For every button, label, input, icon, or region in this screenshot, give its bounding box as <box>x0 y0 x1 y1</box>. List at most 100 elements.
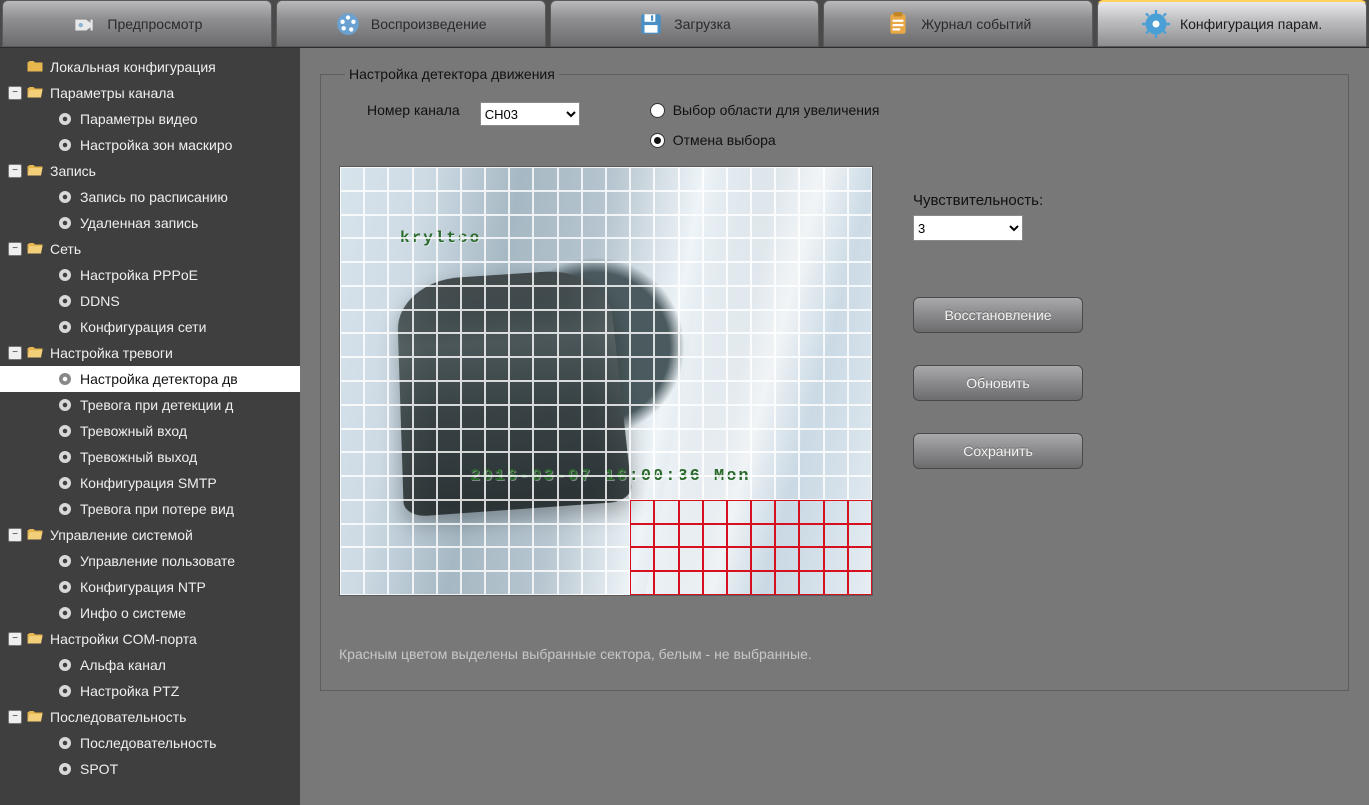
tree-smtp[interactable]: Конфигурация SMTP <box>0 470 300 496</box>
tree-label: Конфигурация SMTP <box>80 475 217 491</box>
folder-open-icon <box>26 240 44 258</box>
tree-motion-detector[interactable]: Настройка детектора дв <box>0 366 300 392</box>
gear-icon <box>56 110 74 128</box>
panel-legend: Настройка детектора движения <box>345 66 559 82</box>
tree-sysinfo[interactable]: Инфо о системе <box>0 600 300 626</box>
tree-mask-zones[interactable]: Настройка зон маскиро <box>0 132 300 158</box>
tree-label: Параметры канала <box>50 85 174 101</box>
gear-icon <box>56 136 74 154</box>
restore-button[interactable]: Восстановление <box>913 297 1083 333</box>
collapse-icon[interactable]: − <box>8 528 22 542</box>
motion-panel: Настройка детектора движения Номер канал… <box>320 66 1349 691</box>
tree-sequence2[interactable]: Последовательность <box>0 730 300 756</box>
tree-ptz[interactable]: Настройка PTZ <box>0 678 300 704</box>
tree-record[interactable]: − Запись <box>0 158 300 184</box>
tree-alpha[interactable]: Альфа канал <box>0 652 300 678</box>
tab-preview[interactable]: Предпросмотр <box>2 0 272 47</box>
gear-icon <box>56 500 74 518</box>
tree-label: Конфигурация NTP <box>80 579 206 595</box>
tree-alarm-out[interactable]: Тревожный выход <box>0 444 300 470</box>
content-area: Настройка детектора движения Номер канал… <box>300 48 1369 805</box>
tree-label: Удаленная запись <box>80 215 198 231</box>
tree-label: Параметры видео <box>80 111 198 127</box>
refresh-button[interactable]: Обновить <box>913 365 1083 401</box>
collapse-icon[interactable]: − <box>8 164 22 178</box>
folder-open-icon <box>26 162 44 180</box>
tree-label: Локальная конфигурация <box>50 59 216 75</box>
save-icon <box>638 11 664 37</box>
sensitivity-select[interactable]: 3 <box>913 215 1023 241</box>
tab-config[interactable]: Конфигурация парам. <box>1097 0 1367 47</box>
tree-pppoe[interactable]: Настройка PPPoE <box>0 262 300 288</box>
folder-open-icon <box>26 630 44 648</box>
collapse-icon[interactable]: − <box>8 710 22 724</box>
radio-label: Отмена выбора <box>673 132 776 148</box>
tree-network[interactable]: − Сеть <box>0 236 300 262</box>
tab-download[interactable]: Загрузка <box>550 0 820 47</box>
folder-open-icon <box>26 344 44 362</box>
tree-label: Настройки COM-порта <box>50 631 197 647</box>
tree-video-loss[interactable]: Тревога при потере вид <box>0 496 300 522</box>
gear-icon <box>56 682 74 700</box>
folder-open-icon <box>26 526 44 544</box>
tree-remote-record[interactable]: Удаленная запись <box>0 210 300 236</box>
tree-ddns[interactable]: DDNS <box>0 288 300 314</box>
gear-icon <box>56 370 74 388</box>
tree-sequence[interactable]: − Последовательность <box>0 704 300 730</box>
radio-zoom[interactable]: Выбор области для увеличения <box>650 102 880 118</box>
gear-icon <box>56 422 74 440</box>
tree-label: Управление пользовате <box>80 553 235 569</box>
collapse-icon[interactable]: − <box>8 242 22 256</box>
radio-icon <box>650 103 665 118</box>
tree-users[interactable]: Управление пользовате <box>0 548 300 574</box>
tab-label: Загрузка <box>674 16 731 32</box>
tree-spot[interactable]: SPOT <box>0 756 300 782</box>
tree-alarm[interactable]: − Настройка тревоги <box>0 340 300 366</box>
tree-label: Последовательность <box>80 735 216 751</box>
tree-ntp[interactable]: Конфигурация NTP <box>0 574 300 600</box>
channel-select[interactable]: CH03 <box>480 102 580 126</box>
tree-detect-alarm[interactable]: Тревога при детекции д <box>0 392 300 418</box>
gear-icon <box>56 318 74 336</box>
top-tabs: Предпросмотр Воспроизведение Загрузка Жу… <box>0 0 1369 48</box>
tree-local-config[interactable]: Локальная конфигурация <box>0 54 300 80</box>
tree-label: Тревога при детекции д <box>80 397 233 413</box>
gear-icon <box>56 734 74 752</box>
tree-label: Настройка PPPoE <box>80 267 198 283</box>
folder-open-icon <box>26 708 44 726</box>
tree-label: Тревожный выход <box>80 449 197 465</box>
collapse-icon[interactable]: − <box>8 632 22 646</box>
tab-events[interactable]: Журнал событий <box>823 0 1093 47</box>
gear-icon <box>56 604 74 622</box>
channel-label: Номер канала <box>367 102 460 118</box>
tab-playback[interactable]: Воспроизведение <box>276 0 546 47</box>
save-button[interactable]: Сохранить <box>913 433 1083 469</box>
tab-label: Предпросмотр <box>107 16 202 32</box>
motion-grid-preview[interactable]: kryltco 2016-03-07 16:00:36 Mon <box>339 166 873 596</box>
folder-open-icon <box>26 84 44 102</box>
tab-label: Журнал событий <box>921 16 1031 32</box>
hint-text: Красным цветом выделены выбранные сектор… <box>339 646 1330 662</box>
collapse-icon[interactable]: − <box>8 346 22 360</box>
clipboard-icon <box>885 11 911 37</box>
radio-label: Выбор области для увеличения <box>673 102 880 118</box>
tree-alarm-in[interactable]: Тревожный вход <box>0 418 300 444</box>
tree-record-schedule[interactable]: Запись по расписанию <box>0 184 300 210</box>
gear-icon <box>56 214 74 232</box>
tree-label: Настройка детектора дв <box>80 371 238 387</box>
gear-icon <box>56 266 74 284</box>
radio-cancel[interactable]: Отмена выбора <box>650 132 880 148</box>
gear-icon <box>56 292 74 310</box>
tree-label: Инфо о системе <box>80 605 186 621</box>
tree-net-config[interactable]: Конфигурация сети <box>0 314 300 340</box>
tree-channel-params[interactable]: − Параметры канала <box>0 80 300 106</box>
tree-video-params[interactable]: Параметры видео <box>0 106 300 132</box>
tree-com[interactable]: − Настройки COM-порта <box>0 626 300 652</box>
gear-icon <box>56 474 74 492</box>
folder-icon <box>26 58 44 76</box>
tree-system[interactable]: − Управление системой <box>0 522 300 548</box>
gear-icon <box>56 448 74 466</box>
tab-label: Воспроизведение <box>371 16 487 32</box>
tree-label: Конфигурация сети <box>80 319 206 335</box>
collapse-icon[interactable]: − <box>8 86 22 100</box>
